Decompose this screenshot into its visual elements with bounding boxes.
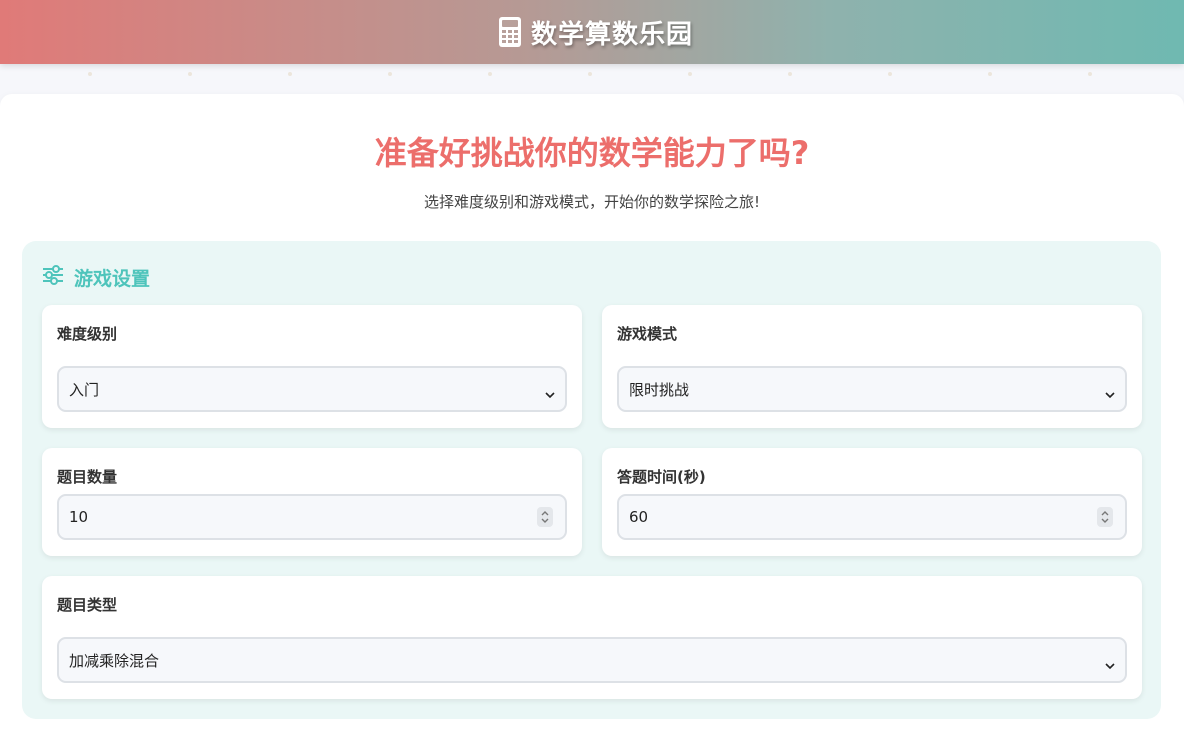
question-type-select[interactable]: 加减乘除混合	[57, 637, 1127, 683]
difficulty-label: 难度级别	[57, 325, 118, 343]
hero-title: 准备好挑战你的数学能力了吗?	[374, 134, 810, 172]
question-count-field: 题目数量 10	[42, 448, 582, 556]
answer-time-value: 60	[629, 508, 649, 526]
hero-subtitle: 选择难度级别和游戏模式，开始你的数学探险之旅!	[423, 193, 760, 211]
question-count-value: 10	[69, 508, 89, 526]
settings-title: 游戏设置	[74, 267, 151, 290]
difficulty-value: 入门	[69, 380, 100, 399]
mode-value: 限时挑战	[629, 380, 690, 399]
difficulty-select[interactable]: 入门	[57, 366, 567, 412]
calculator-icon	[498, 17, 521, 47]
mode-select[interactable]: 限时挑战	[617, 366, 1127, 412]
answer-time-label: 答题时间(秒)	[617, 468, 706, 486]
chevron-down-icon	[1105, 656, 1115, 670]
question-type-value: 加减乘除混合	[69, 651, 160, 670]
decorative-dots	[0, 72, 1184, 76]
chevron-down-icon	[1105, 385, 1115, 399]
app-header: 数学算数乐园	[0, 0, 1184, 64]
answer-time-input[interactable]: 60	[617, 494, 1127, 540]
question-type-label: 题目类型	[57, 596, 118, 614]
header-brand: 数学算数乐园	[498, 14, 693, 51]
app-title: 数学算数乐园	[530, 19, 693, 50]
mode-label: 游戏模式	[617, 325, 678, 343]
answer-time-field: 答题时间(秒) 60	[602, 448, 1142, 556]
sliders-icon	[42, 265, 64, 289]
number-stepper[interactable]	[1097, 507, 1113, 527]
difficulty-field: 难度级别 入门	[42, 305, 582, 428]
chevron-down-icon	[545, 385, 555, 399]
settings-heading: 游戏设置	[42, 263, 150, 291]
question-type-field: 题目类型 加减乘除混合	[42, 576, 1142, 699]
number-stepper[interactable]	[537, 507, 553, 527]
mode-field: 游戏模式 限时挑战	[602, 305, 1142, 428]
question-count-input[interactable]: 10	[57, 494, 567, 540]
question-count-label: 题目数量	[57, 468, 118, 486]
